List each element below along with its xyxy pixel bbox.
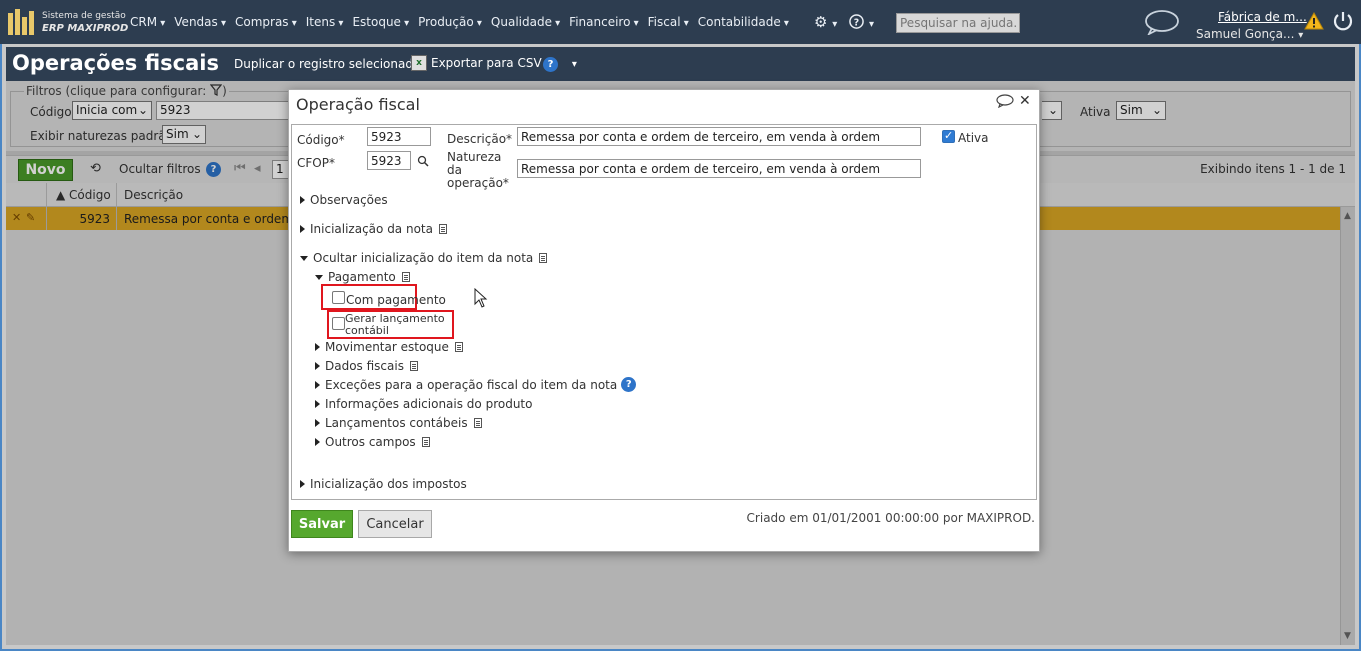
section-inicializacao-impostos[interactable]: Inicialização dos impostos (300, 477, 467, 491)
section-lancamentos-contabeis[interactable]: Lançamentos contábeis (315, 416, 482, 430)
help-icon[interactable]: ? ▾ (849, 13, 874, 31)
company-link[interactable]: Fábrica de m... (1218, 10, 1307, 24)
export-csv-link[interactable]: x Exportar para CSV (411, 55, 542, 71)
com-pagamento-checkbox[interactable] (332, 291, 345, 304)
section-movimentar-estoque[interactable]: Movimentar estoque (315, 340, 463, 354)
section-informacoes-adicionais-label: Informações adicionais do produto (325, 397, 533, 411)
document-icon (401, 272, 410, 282)
ativa-checkbox[interactable] (942, 129, 955, 143)
section-informacoes-adicionais[interactable]: Informações adicionais do produto (315, 397, 532, 411)
top-navbar: Sistema de gestão ERP MAXIPROD CRM Venda… (0, 0, 1361, 44)
page-header: Operações fiscais Duplicar o registro se… (6, 47, 1355, 81)
menu-producao[interactable]: Produção (418, 15, 482, 29)
descricao-input[interactable]: Remessa por conta e ordem de terceiro, e… (517, 127, 921, 146)
cancelar-button[interactable]: Cancelar (358, 510, 432, 538)
gerar-lancamento-checkbox[interactable] (332, 317, 345, 330)
menu-vendas[interactable]: Vendas (174, 15, 226, 29)
section-inicializacao-impostos-label: Inicialização dos impostos (310, 477, 467, 491)
duplicate-link[interactable]: Duplicar o registro selecionado (234, 57, 420, 71)
close-icon[interactable]: ✕ (1019, 93, 1031, 109)
section-inicializacao-nota[interactable]: Inicialização da nota (300, 222, 447, 236)
mouse-cursor-icon (474, 288, 488, 308)
power-icon[interactable] (1332, 10, 1354, 32)
export-csv-label: Exportar para CSV (431, 56, 542, 70)
section-inicializacao-nota-label: Inicialização da nota (310, 222, 433, 236)
menu-compras[interactable]: Compras (235, 15, 297, 29)
document-icon (454, 342, 463, 352)
section-observacoes[interactable]: Observações (300, 193, 388, 207)
section-excecoes[interactable]: Exceções para a operação fiscal do item … (315, 377, 637, 392)
operacao-fiscal-dialog: Operação fiscal ✕ Código* 5923 Descrição… (288, 89, 1040, 552)
menu-itens[interactable]: Itens (306, 15, 344, 29)
section-lancamentos-contabeis-label: Lançamentos contábeis (325, 416, 468, 430)
menu-qualidade[interactable]: Qualidade (491, 15, 560, 29)
section-pagamento-label: Pagamento (328, 270, 396, 284)
dialog-body: Código* 5923 Descrição* Remessa por cont… (291, 124, 1037, 500)
natureza-label-3: operação* (447, 176, 509, 190)
menu-contabilidade[interactable]: Contabilidade (698, 15, 789, 29)
section-outros-campos[interactable]: Outros campos (315, 435, 430, 449)
section-dados-fiscais[interactable]: Dados fiscais (315, 359, 418, 373)
com-pagamento-label: Com pagamento (346, 293, 446, 307)
cfop-input[interactable]: 5923 (367, 151, 411, 170)
created-info: Criado em 01/01/2001 00:00:00 por MAXIPR… (746, 511, 1035, 525)
user-name: Samuel Gonça... (1196, 27, 1295, 41)
app-logo[interactable] (8, 9, 38, 35)
chat-bubble-icon[interactable] (1144, 9, 1180, 35)
svg-text:?: ? (854, 17, 859, 28)
page-help[interactable]: ? ▾ (543, 56, 577, 72)
main-menu: CRM Vendas Compras Itens Estoque Produçã… (130, 15, 798, 29)
section-observacoes-label: Observações (310, 193, 388, 207)
help-icon[interactable]: ? (621, 377, 637, 392)
menu-estoque[interactable]: Estoque (352, 15, 409, 29)
brand-line2: ERP MAXIPROD (42, 23, 129, 34)
document-icon (438, 224, 447, 234)
dialog-title: Operação fiscal (296, 95, 420, 114)
brand-line1: Sistema de gestão (42, 11, 126, 21)
salvar-button[interactable]: Salvar (291, 510, 353, 538)
menu-fiscal[interactable]: Fiscal (648, 15, 689, 29)
menu-crm[interactable]: CRM (130, 15, 165, 29)
ativa-label: Ativa (958, 131, 989, 145)
search-icon[interactable] (417, 155, 429, 167)
document-icon (473, 418, 482, 428)
settings-gear-icon[interactable]: ⚙ ▾ (814, 13, 837, 31)
section-movimentar-estoque-label: Movimentar estoque (325, 340, 449, 354)
codigo-label: Código* (297, 133, 345, 147)
section-outros-campos-label: Outros campos (325, 435, 416, 449)
section-ocultar-inicializacao-item-label: Ocultar inicialização do item da nota (313, 251, 534, 265)
nav-icons: ⚙ ▾ ? ▾ (814, 13, 874, 31)
page-title: Operações fiscais (12, 51, 219, 75)
section-ocultar-inicializacao-item[interactable]: Ocultar inicialização do item da nota (300, 251, 548, 265)
section-pagamento[interactable]: Pagamento (315, 270, 410, 284)
user-menu[interactable]: Samuel Gonça... ▾ (1196, 27, 1303, 41)
gerar-lancamento-label-2: contábil (345, 324, 389, 337)
document-icon (409, 361, 418, 371)
descricao-label: Descrição* (447, 132, 513, 146)
help-icon: ? (543, 57, 558, 72)
warning-icon[interactable] (1304, 12, 1324, 30)
document-icon (421, 437, 430, 447)
menu-financeiro[interactable]: Financeiro (569, 15, 638, 29)
codigo-input[interactable]: 5923 (367, 127, 431, 146)
cfop-label: CFOP* (297, 156, 335, 170)
section-excecoes-label: Exceções para a operação fiscal do item … (325, 377, 618, 392)
document-icon (539, 253, 548, 263)
section-dados-fiscais-label: Dados fiscais (325, 359, 404, 373)
help-search-input[interactable] (896, 13, 1020, 33)
chat-bubble-icon[interactable] (996, 94, 1014, 108)
natureza-input[interactable]: Remessa por conta e ordem de terceiro, e… (517, 159, 921, 178)
csv-icon: x (411, 55, 427, 71)
